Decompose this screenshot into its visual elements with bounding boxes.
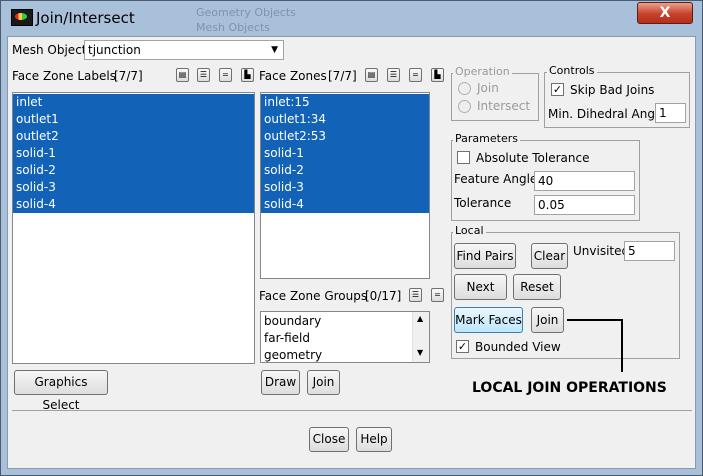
annotation-line	[567, 319, 622, 321]
background-label: Mesh Objects	[196, 21, 271, 34]
local-join-button[interactable]: Join	[531, 307, 564, 333]
list-item[interactable]: geometry	[261, 347, 429, 362]
list-item[interactable]: solid-3	[13, 179, 254, 196]
draw-button[interactable]: Draw	[261, 370, 300, 395]
reset-button[interactable]: Reset	[513, 274, 561, 300]
graphics-select-button[interactable]: Graphics Select	[14, 370, 108, 412]
skip-bad-joins-checkbox[interactable]: ✓	[551, 83, 564, 96]
face-zones-count: [7/7]	[328, 69, 357, 83]
list-item[interactable]: far-field	[261, 330, 429, 347]
next-button[interactable]: Next	[454, 274, 507, 300]
unvisited-label: Unvisited	[573, 244, 630, 258]
list-item[interactable]: outlet1	[13, 111, 254, 128]
close-button[interactable]: Close	[309, 427, 349, 452]
controls-group-label: Controls	[547, 64, 597, 77]
scrollbar[interactable]: ▲ ▼	[412, 312, 429, 362]
deselect-all-icon[interactable]: =	[431, 288, 444, 302]
annotation-line	[621, 319, 623, 372]
list-item[interactable]: outlet1:34	[261, 111, 429, 128]
mesh-object-value: tjunction	[88, 43, 141, 57]
intersect-radio[interactable]	[458, 100, 471, 113]
face-zone-labels-label: Face Zone Labels	[12, 69, 116, 83]
bounded-view-checkbox[interactable]: ✓	[456, 340, 469, 353]
app-icon	[11, 9, 33, 26]
feature-angle-input[interactable]: 40	[534, 171, 635, 191]
mesh-object-label: Mesh Object	[12, 43, 87, 57]
mark-faces-button[interactable]: Mark Faces	[454, 307, 523, 333]
window-title: Join/Intersect	[36, 9, 135, 27]
list-item[interactable]: outlet2:53	[261, 128, 429, 145]
background-label: Geometry Objects	[196, 6, 296, 19]
help-button[interactable]: Help	[356, 427, 392, 452]
select-list-icon[interactable]: ☰	[387, 68, 400, 82]
skip-bad-joins-label: Skip Bad Joins	[570, 83, 655, 97]
face-zone-groups-list[interactable]: boundary far-field geometry ▲ ▼	[260, 311, 430, 363]
list-item[interactable]: solid-2	[13, 162, 254, 179]
face-zones-list[interactable]: inlet:15 outlet1:34 outlet2:53 solid-1 solid…	[260, 92, 430, 279]
operation-group-label: Operation	[453, 65, 512, 78]
title-bar: Join/Intersect Geometry Objects Mesh Obj…	[0, 0, 703, 36]
list-item[interactable]: outlet2	[13, 128, 254, 145]
list-item[interactable]: solid-4	[261, 196, 429, 213]
join-button[interactable]: Join	[307, 370, 340, 395]
tolerance-input[interactable]: 0.05	[534, 195, 635, 215]
select-list-icon[interactable]: ☰	[197, 68, 210, 82]
join-radio-label: Join	[477, 81, 499, 95]
bounded-view-label: Bounded View	[475, 340, 561, 354]
filter-icon[interactable]: ▙	[241, 68, 254, 82]
scroll-up-icon[interactable]: ▲	[417, 314, 423, 323]
parameters-group-label: Parameters	[453, 132, 520, 145]
tolerance-label: Tolerance	[454, 196, 512, 210]
face-zones-label: Face Zones	[259, 69, 327, 83]
face-zone-labels-list[interactable]: inlet outlet1 outlet2 solid-1 solid-2 solid-3…	[12, 92, 255, 364]
clear-button[interactable]: Clear	[531, 243, 568, 269]
list-item[interactable]: solid-1	[13, 145, 254, 162]
face-zone-groups-label: Face Zone Groups	[259, 289, 368, 303]
list-item[interactable]: solid-1	[261, 145, 429, 162]
chevron-down-icon: ▼	[271, 45, 278, 55]
absolute-tolerance-label: Absolute Tolerance	[476, 151, 590, 165]
list-item[interactable]: solid-2	[261, 162, 429, 179]
deselect-all-icon[interactable]: =	[219, 68, 232, 82]
join-radio[interactable]	[458, 82, 471, 95]
list-item[interactable]: solid-3	[261, 179, 429, 196]
face-zone-groups-count: [0/17]	[365, 289, 402, 303]
mesh-object-select[interactable]: tjunction ▼	[84, 40, 284, 60]
list-item[interactable]: inlet	[13, 94, 254, 111]
select-list-icon[interactable]: ☰	[409, 288, 422, 302]
list-item[interactable]: inlet:15	[261, 94, 429, 111]
select-all-icon[interactable]: ▤	[176, 68, 189, 82]
absolute-tolerance-checkbox[interactable]	[457, 151, 470, 164]
min-dihedral-label: Min. Dihedral Angle	[548, 107, 666, 121]
find-pairs-button[interactable]: Find Pairs	[454, 243, 516, 269]
filter-icon[interactable]: ▙	[431, 68, 444, 82]
select-all-icon[interactable]: ▤	[365, 68, 378, 82]
unvisited-input[interactable]: 5	[624, 241, 675, 261]
feature-angle-label: Feature Angle	[454, 172, 538, 186]
intersect-radio-label: Intersect	[477, 99, 531, 113]
local-group-label: Local	[453, 224, 486, 237]
annotation-label: LOCAL JOIN OPERATIONS	[472, 380, 667, 396]
min-dihedral-input[interactable]: 1	[655, 103, 686, 123]
face-zone-labels-count: [7/7]	[114, 69, 143, 83]
deselect-all-icon[interactable]: =	[409, 68, 422, 82]
list-item[interactable]: solid-4	[13, 196, 254, 213]
close-window-button[interactable]: X	[637, 2, 693, 24]
list-item[interactable]: boundary	[261, 313, 429, 330]
scroll-down-icon[interactable]: ▼	[417, 348, 423, 357]
divider	[12, 410, 692, 411]
